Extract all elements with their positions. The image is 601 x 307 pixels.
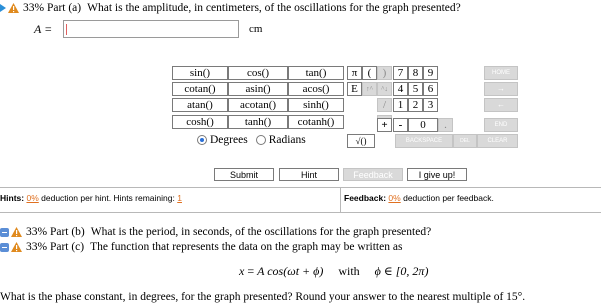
- key-cosh[interactable]: cosh(): [172, 115, 228, 129]
- angle-mode-group: Degrees Radians: [197, 134, 306, 146]
- unit-label: cm: [249, 23, 263, 35]
- text-caret: [66, 24, 67, 35]
- equation-lhs: x: [239, 264, 245, 278]
- warning-icon: [11, 227, 22, 237]
- key-divide[interactable]: /: [377, 98, 392, 112]
- feedback-info: Feedback: 0% deduction per feedback.: [344, 193, 494, 203]
- key-6[interactable]: 6: [423, 82, 438, 96]
- equation: x = A cos(ωt + ϕ) with ϕ ∈ [0, 2π): [239, 264, 429, 278]
- radians-label[interactable]: Radians: [269, 134, 306, 146]
- degrees-radio[interactable]: [197, 135, 207, 145]
- key-5[interactable]: 5: [408, 82, 423, 96]
- key-cotan[interactable]: cotan(): [172, 82, 228, 96]
- key-0[interactable]: 0: [408, 118, 438, 132]
- key-backspace[interactable]: BACKSPACE: [395, 134, 453, 148]
- key-atan[interactable]: atan(): [172, 98, 228, 112]
- key-sqrt[interactable]: √(): [347, 134, 375, 148]
- collapse-icon[interactable]: [0, 227, 9, 237]
- key-minus[interactable]: -: [393, 118, 408, 132]
- key-decimal[interactable]: .: [438, 118, 453, 132]
- hints-percent: 0%: [26, 193, 39, 203]
- key-1[interactable]: 1: [393, 98, 408, 112]
- hints-remaining: 1: [177, 193, 182, 203]
- key-acotan[interactable]: acotan(): [228, 98, 288, 112]
- key-open-paren[interactable]: (: [362, 66, 377, 80]
- separator: [0, 212, 601, 213]
- part-a-header[interactable]: 33% Part (a) What is the amplitude, in c…: [0, 1, 461, 15]
- key-left-arrow[interactable]: ←: [484, 98, 518, 112]
- key-clear[interactable]: CLEAR: [477, 134, 518, 148]
- key-end[interactable]: END: [484, 118, 518, 132]
- hints-info: Hints: 0% deduction per hint. Hints rema…: [0, 193, 182, 203]
- equation-condition: ϕ ∈ [0, 2π): [374, 264, 429, 278]
- key-7[interactable]: 7: [393, 66, 408, 80]
- submit-button[interactable]: Submit: [214, 168, 274, 181]
- part-b-question: What is the period, in seconds, of the o…: [90, 226, 432, 238]
- warning-icon: [11, 242, 22, 252]
- part-a-question: What is the amplitude, in centimeters, o…: [87, 2, 461, 14]
- feedback-button[interactable]: Feedback: [343, 168, 403, 181]
- key-cotanh[interactable]: cotanh(): [288, 115, 344, 129]
- part-c-label: 33% Part (c): [26, 241, 85, 253]
- answer-variable: A =: [34, 22, 53, 36]
- key-4[interactable]: 4: [393, 82, 408, 96]
- key-9[interactable]: 9: [423, 66, 438, 80]
- key-asin[interactable]: asin(): [228, 82, 288, 96]
- equation-with: with: [338, 264, 360, 278]
- expand-arrow-icon[interactable]: [0, 4, 6, 12]
- key-plus[interactable]: +: [377, 118, 392, 132]
- key-acos[interactable]: acos(): [288, 82, 344, 96]
- key-cos[interactable]: cos(): [228, 66, 288, 80]
- feedback-label: Feedback:: [344, 193, 387, 203]
- part-a-label: 33% Part (a): [23, 2, 82, 14]
- key-3[interactable]: 3: [423, 98, 438, 112]
- collapse-icon[interactable]: [0, 242, 9, 252]
- separator: [0, 187, 601, 188]
- key-power-down[interactable]: ^↓: [377, 82, 392, 96]
- part-c-question: The function that represents the data on…: [90, 241, 403, 253]
- hints-label: Hints:: [0, 193, 25, 203]
- key-close-paren[interactable]: ): [377, 66, 392, 80]
- feedback-text: deduction per feedback.: [403, 193, 494, 203]
- key-power-up[interactable]: ↑^: [362, 82, 377, 96]
- degrees-label[interactable]: Degrees: [210, 134, 248, 146]
- radians-radio[interactable]: [255, 135, 266, 145]
- key-delete[interactable]: DEL: [453, 134, 477, 148]
- key-2[interactable]: 2: [408, 98, 423, 112]
- key-tanh[interactable]: tanh(): [228, 115, 288, 129]
- part-c-header[interactable]: 33% Part (c) The function that represent…: [0, 240, 402, 254]
- key-tan[interactable]: tan(): [288, 66, 344, 80]
- key-exponent-e[interactable]: E: [347, 82, 362, 96]
- warning-icon: [8, 3, 19, 13]
- key-pi[interactable]: π: [347, 66, 362, 80]
- give-up-button[interactable]: I give up!: [407, 168, 467, 181]
- separator-vertical: [340, 188, 341, 212]
- key-sinh[interactable]: sinh(): [288, 98, 344, 112]
- feedback-percent: 0%: [388, 193, 401, 203]
- key-right-arrow[interactable]: →: [484, 82, 518, 96]
- hints-text: deduction per hint. Hints remaining:: [41, 193, 175, 203]
- phase-question: What is the phase constant, in degrees, …: [0, 291, 526, 303]
- key-sin[interactable]: sin(): [172, 66, 228, 80]
- equation-rhs: A cos(ωt + ϕ): [257, 264, 324, 278]
- key-8[interactable]: 8: [408, 66, 423, 80]
- key-home[interactable]: HOME: [484, 66, 518, 80]
- part-b-label: 33% Part (b): [26, 226, 85, 238]
- part-b-header[interactable]: 33% Part (b) What is the period, in seco…: [0, 225, 431, 239]
- hint-button[interactable]: Hint: [279, 168, 339, 181]
- amplitude-input[interactable]: [63, 20, 239, 38]
